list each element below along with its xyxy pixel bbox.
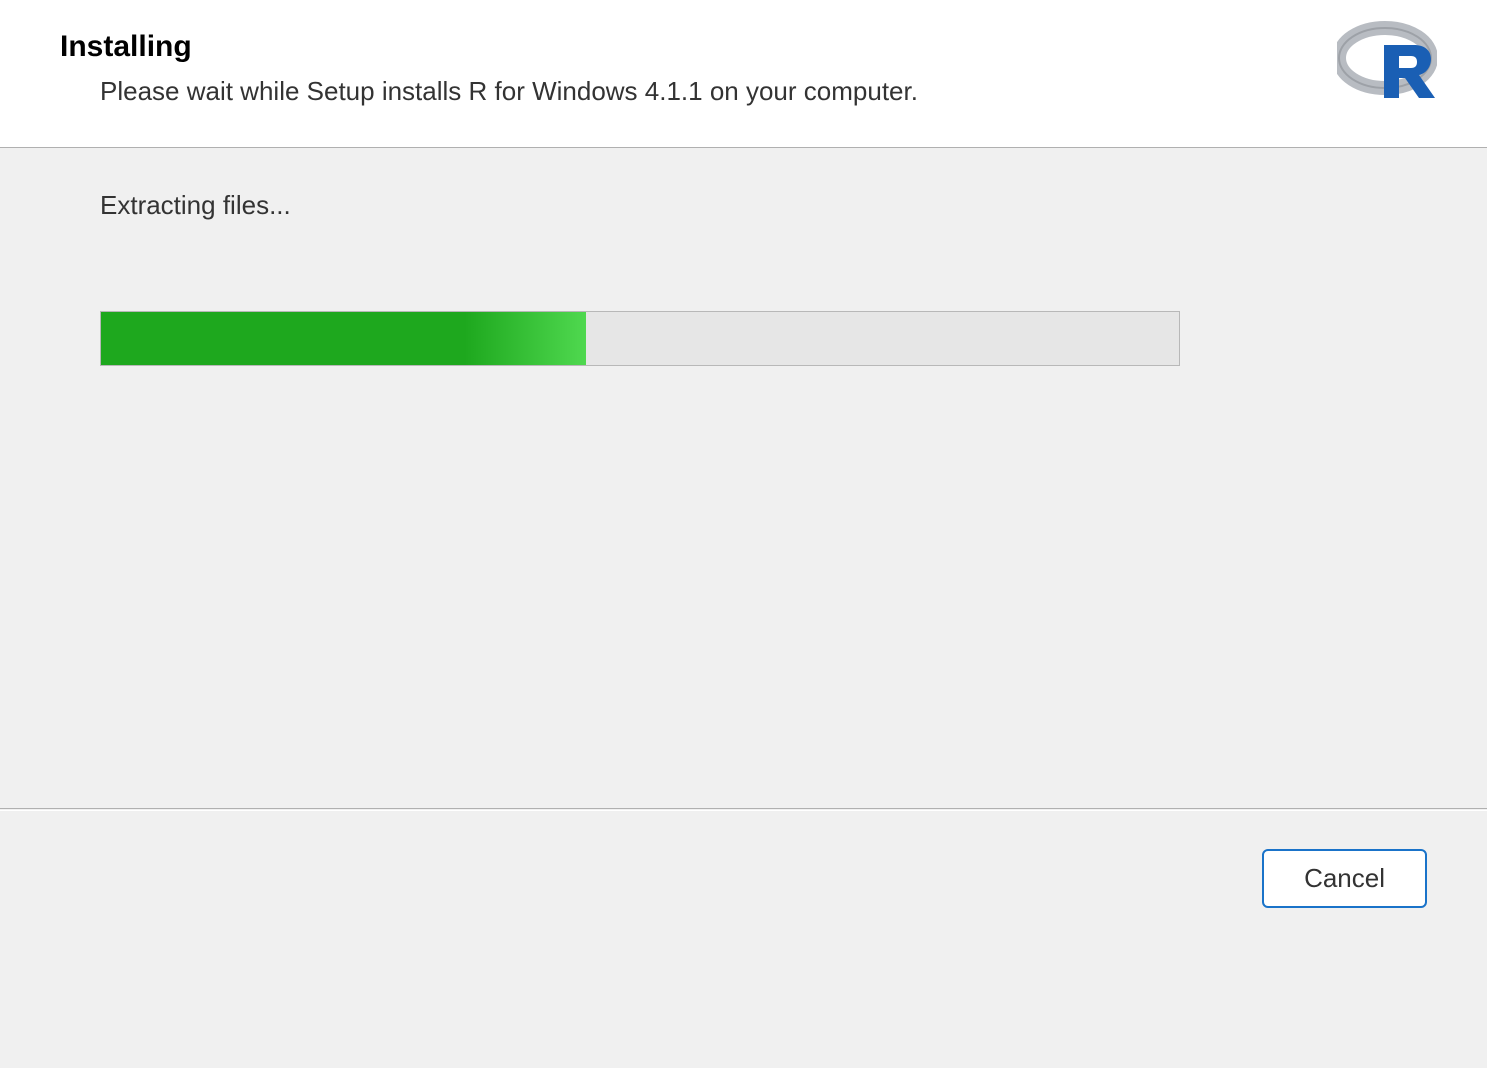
installer-content: Extracting files... (0, 148, 1487, 808)
status-text: Extracting files... (100, 190, 1387, 221)
footer-highlight (0, 810, 1487, 811)
installer-footer: Cancel (0, 808, 1487, 1068)
progress-fill (101, 312, 586, 365)
page-subtitle: Please wait while Setup installs R for W… (100, 76, 1427, 107)
installer-header: Installing Please wait while Setup insta… (0, 0, 1487, 147)
cancel-button[interactable]: Cancel (1262, 849, 1427, 908)
progress-bar (100, 311, 1180, 366)
r-logo-icon (1337, 20, 1437, 100)
page-title: Installing (60, 30, 1427, 64)
